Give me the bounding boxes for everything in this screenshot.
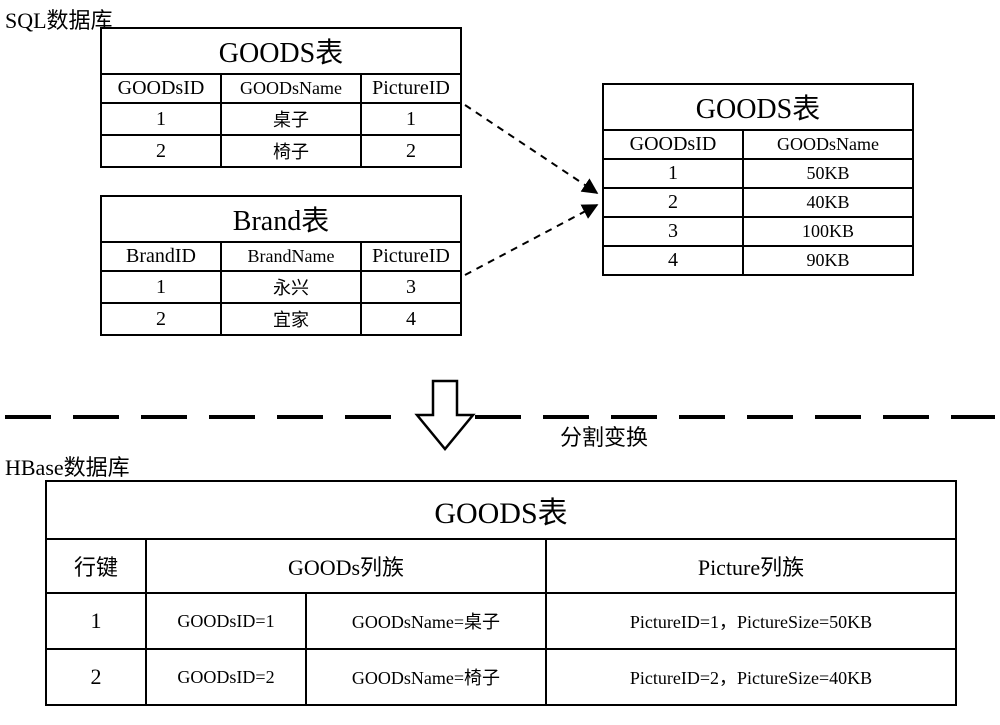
cell: 1 xyxy=(101,103,221,135)
table-row: 2 宜家 4 xyxy=(101,303,461,335)
table-row: 150KB xyxy=(603,159,913,188)
transform-label: 分割变换 xyxy=(560,420,648,452)
table-header: GOODsName xyxy=(743,130,913,159)
cell: GOODsID=2 xyxy=(146,649,306,705)
cell: 宜家 xyxy=(221,303,361,335)
cell: GOODsName=桌子 xyxy=(306,593,546,649)
cell: 4 xyxy=(603,246,743,275)
table-row: 2 GOODsID=2 GOODsName=椅子 PictureID=2，Pic… xyxy=(46,649,956,705)
table-header: GOODs列族 xyxy=(146,539,546,593)
cell: 1 xyxy=(46,593,146,649)
cell: 1 xyxy=(361,103,461,135)
cell: PictureID=2，PictureSize=40KB xyxy=(546,649,956,705)
cell: 90KB xyxy=(743,246,913,275)
hbase-title: GOODS表 xyxy=(46,481,956,539)
table-row: 490KB xyxy=(603,246,913,275)
table-row: 2 椅子 2 xyxy=(101,135,461,167)
cell: 2 xyxy=(101,303,221,335)
cell: GOODsName=椅子 xyxy=(306,649,546,705)
cell: 4 xyxy=(361,303,461,335)
cell: 50KB xyxy=(743,159,913,188)
table-row: 1 GOODsID=1 GOODsName=桌子 PictureID=1，Pic… xyxy=(46,593,956,649)
cell: 桌子 xyxy=(221,103,361,135)
table-header: BrandID xyxy=(101,242,221,271)
cell: 2 xyxy=(46,649,146,705)
cell: 2 xyxy=(361,135,461,167)
table-header: BrandName xyxy=(221,242,361,271)
hbase-db-label: HBase数据库 xyxy=(5,450,130,482)
goods-sql-table: GOODS表 GOODsID GOODsName PictureID 1 桌子 … xyxy=(100,27,462,168)
hbase-table: GOODS表 行键 GOODs列族 Picture列族 1 GOODsID=1 … xyxy=(45,480,957,706)
cell: GOODsID=1 xyxy=(146,593,306,649)
diagram-root: SQL数据库 GOODS表 GOODsID GOODsName PictureI… xyxy=(5,5,995,720)
table-row: 3100KB xyxy=(603,217,913,246)
table-header: GOODsName xyxy=(221,74,361,103)
picture-table: GOODS表 GOODsID GOODsName 150KB 240KB 310… xyxy=(602,83,914,276)
separator-dashes xyxy=(5,390,995,430)
table-header: GOODsID xyxy=(101,74,221,103)
cell: 1 xyxy=(101,271,221,303)
brand-table: Brand表 BrandID BrandName PictureID 1 永兴 … xyxy=(100,195,462,336)
down-arrow-icon xyxy=(413,377,477,457)
cell: 1 xyxy=(603,159,743,188)
cell: PictureID=1，PictureSize=50KB xyxy=(546,593,956,649)
sql-db-label: SQL数据库 xyxy=(5,3,113,35)
cell: 椅子 xyxy=(221,135,361,167)
table-header: PictureID xyxy=(361,74,461,103)
cell: 100KB xyxy=(743,217,913,246)
table-header: 行键 xyxy=(46,539,146,593)
table-row: 1 永兴 3 xyxy=(101,271,461,303)
cell: 2 xyxy=(603,188,743,217)
table-row: 240KB xyxy=(603,188,913,217)
cell: 2 xyxy=(101,135,221,167)
cell: 3 xyxy=(361,271,461,303)
arrow-goods-to-picture xyxy=(465,105,597,193)
table-header: Picture列族 xyxy=(546,539,956,593)
table-row: 1 桌子 1 xyxy=(101,103,461,135)
goods-sql-title: GOODS表 xyxy=(101,28,461,74)
picture-title: GOODS表 xyxy=(603,84,913,130)
cell: 3 xyxy=(603,217,743,246)
table-header: PictureID xyxy=(361,242,461,271)
table-header: GOODsID xyxy=(603,130,743,159)
cell: 40KB xyxy=(743,188,913,217)
arrow-brand-to-picture xyxy=(465,205,597,275)
brand-title: Brand表 xyxy=(101,196,461,242)
cell: 永兴 xyxy=(221,271,361,303)
